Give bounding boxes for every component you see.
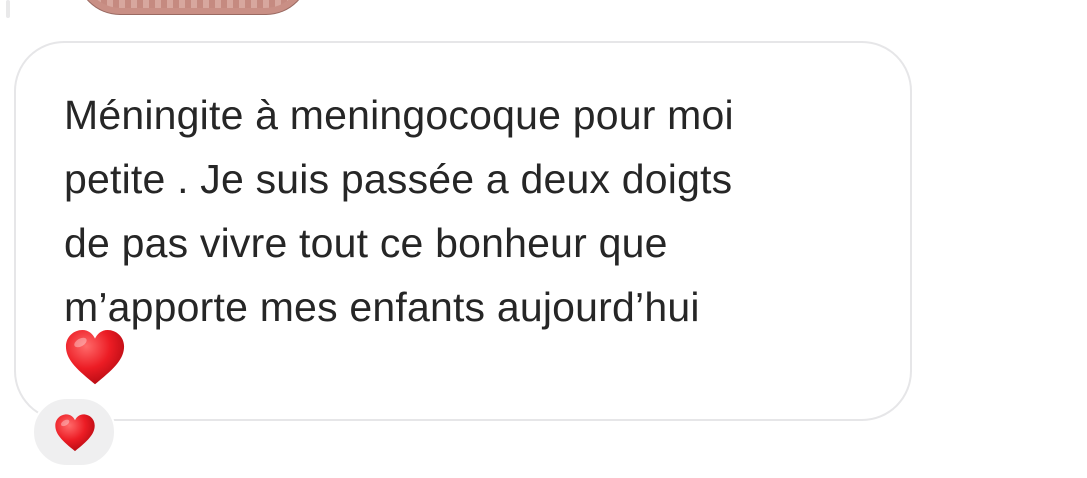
message-text: Méningite à meningocoque pour moi petite… — [64, 92, 734, 330]
red-heart-icon — [55, 414, 95, 452]
thread-connector — [6, 0, 10, 18]
message-bubble[interactable]: Méningite à meningocoque pour moi petite… — [14, 41, 912, 421]
reaction-badge[interactable] — [32, 397, 116, 467]
previous-message-media[interactable] — [76, 0, 310, 15]
previous-media-image — [83, 0, 303, 8]
red-heart-icon — [65, 329, 125, 385]
